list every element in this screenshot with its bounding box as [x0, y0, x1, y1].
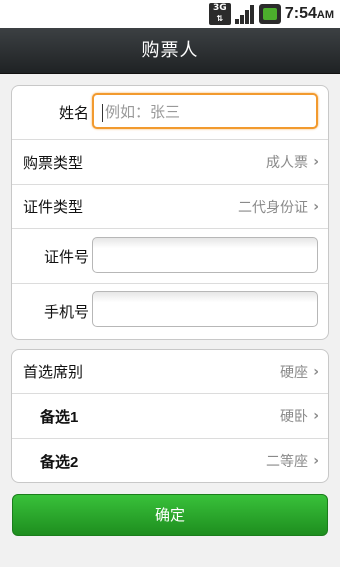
id-number-row: 证件号 [12, 229, 328, 284]
alt2-seat-row[interactable]: 备选2 二等座 › [12, 439, 328, 482]
passenger-info-group: 姓名 例如：张三 购票类型 成人票 › 证件类型 二代身份证 › 证件号 手机号 [11, 85, 329, 340]
phone-input[interactable] [92, 291, 318, 327]
first-seat-value: 硬座 [280, 364, 308, 381]
ticket-type-value: 成人票 [266, 155, 308, 171]
phone-row: 手机号 [12, 284, 328, 339]
chevron-right-icon: › [313, 408, 319, 424]
alt1-seat-label: 备选1 [40, 408, 79, 426]
id-number-input[interactable] [92, 237, 318, 273]
ticket-type-row[interactable]: 购票类型 成人票 › [12, 140, 328, 185]
text-caret [102, 103, 103, 122]
confirm-button[interactable]: 确定 [12, 494, 328, 536]
id-type-label: 证件类型 [23, 198, 84, 216]
name-row: 姓名 例如：张三 [12, 86, 328, 140]
first-seat-label: 首选席别 [23, 363, 84, 381]
id-type-row[interactable]: 证件类型 二代身份证 › [12, 185, 328, 229]
alt1-seat-row[interactable]: 备选1 硬卧 › [12, 394, 328, 439]
phone-label: 手机号 [43, 303, 89, 321]
signal-icon [234, 4, 255, 24]
name-label: 姓名 [58, 104, 89, 122]
clock-ampm: AM [316, 9, 334, 21]
battery-icon [258, 4, 281, 24]
alt2-seat-label: 备选2 [40, 453, 79, 471]
clock: 7:54AM [285, 5, 334, 23]
network-type: 3G [213, 3, 227, 13]
name-placeholder: 例如：张三 [105, 103, 181, 121]
chevron-right-icon: › [313, 453, 319, 469]
id-number-label: 证件号 [43, 247, 89, 266]
3g-data-icon: 3G ⇅ [208, 3, 231, 25]
ticket-type-label: 购票类型 [23, 153, 84, 172]
clock-time: 7:54 [284, 5, 317, 22]
id-type-value: 二代身份证 [238, 199, 308, 216]
seat-preference-group: 首选席别 硬座 › 备选1 硬卧 › 备选2 二等座 › [11, 349, 329, 483]
chevron-right-icon: › [313, 154, 319, 170]
first-seat-row[interactable]: 首选席别 硬座 › [12, 350, 328, 394]
alt1-seat-value: 硬卧 [280, 409, 308, 425]
page-title: 购票人 [141, 40, 199, 61]
name-input[interactable]: 例如：张三 [92, 93, 318, 129]
chevron-right-icon: › [313, 363, 319, 380]
chevron-right-icon: › [313, 198, 319, 215]
status-bar: 3G ⇅ 7:54AM [0, 0, 340, 28]
title-bar: 购票人 [0, 28, 340, 74]
alt2-seat-value: 二等座 [266, 454, 308, 470]
